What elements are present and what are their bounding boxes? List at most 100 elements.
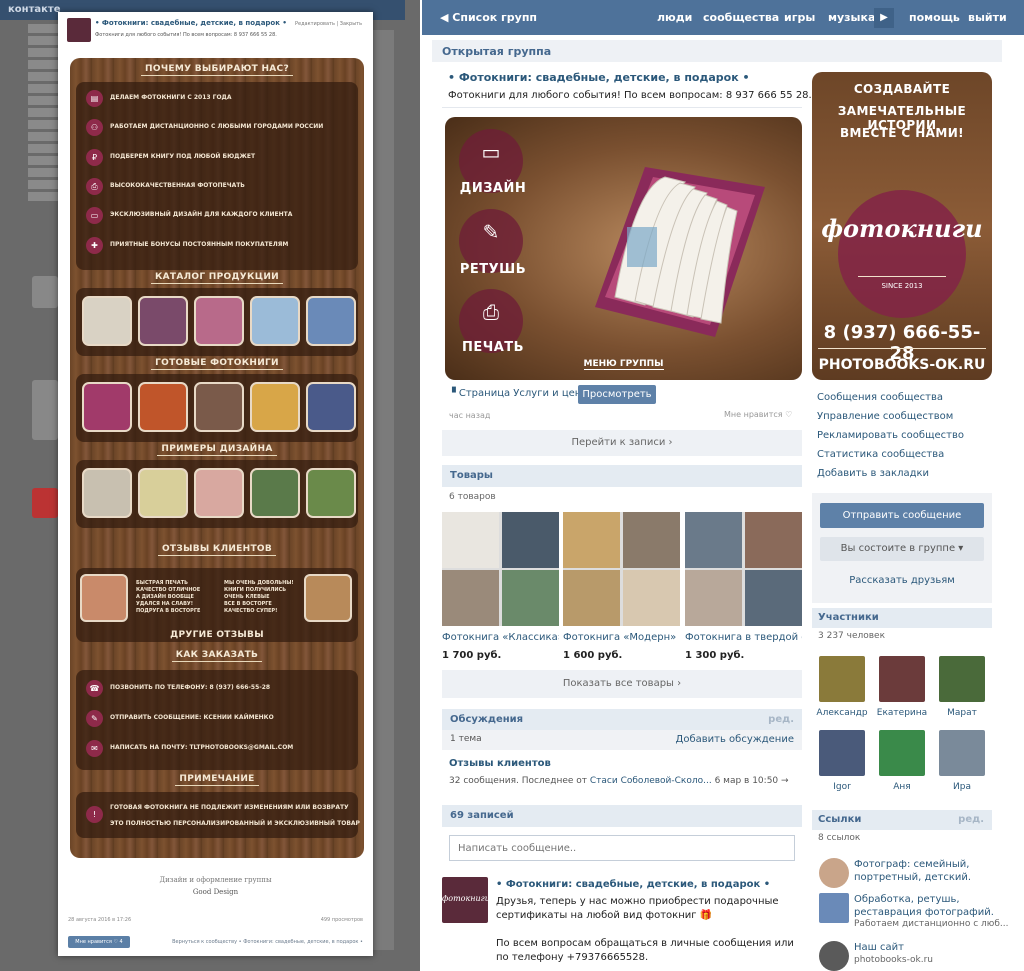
- advertise-community-link[interactable]: Рекламировать сообщество: [817, 430, 964, 441]
- send-message-button[interactable]: Отправить сообщение: [820, 503, 984, 528]
- group-avatar[interactable]: [67, 18, 91, 42]
- wiki-page-link[interactable]: ▝ Страница Услуги и цены: [448, 388, 589, 399]
- wall-post-field[interactable]: [450, 836, 794, 860]
- nav-people[interactable]: люди: [657, 11, 692, 24]
- post-author-link[interactable]: • Фотокниги: свадебные, детские, в подар…: [496, 879, 770, 890]
- community-stats-link[interactable]: Статистика сообщества: [817, 449, 944, 460]
- section-title-ready: ГОТОВЫЕ ФОТОКНИГИ: [70, 358, 364, 370]
- ready-thumb[interactable]: [250, 382, 300, 432]
- back-to-groups-link[interactable]: ◀ Список групп: [440, 11, 537, 24]
- catalog-panel: [76, 288, 358, 356]
- note-item: ! ГОТОВАЯ ФОТОКНИГА НЕ ПОДЛЕЖИТ ИЗМЕНЕНИ…: [86, 796, 360, 834]
- links-header[interactable]: Ссылки ред.: [812, 810, 992, 830]
- background-ad: [32, 488, 58, 518]
- add-discussion-link[interactable]: Добавить обсуждение: [676, 734, 794, 745]
- member-name[interactable]: Екатерина: [876, 708, 928, 718]
- product-card[interactable]: Фотокнига «Модерн» 1 600 руб.: [563, 512, 680, 661]
- wall-header[interactable]: 69 записей: [442, 805, 802, 827]
- topic-author-link[interactable]: Стаси Соболевой-Сколо...: [590, 776, 712, 786]
- review-text: МЫ ОЧЕНЬ ДОВОЛЬНЫ! КНИГИ ПОЛУЧИЛИСЬ ОЧЕН…: [224, 580, 294, 614]
- wall-post-input[interactable]: [449, 835, 795, 861]
- member-item[interactable]: Igor: [816, 730, 868, 792]
- member-item[interactable]: Марат: [936, 656, 988, 718]
- manage-community-link[interactable]: Управление сообществом: [817, 411, 953, 422]
- link-title[interactable]: Фотограф: семейный, портретный, детский.: [854, 858, 994, 884]
- catalog-thumb[interactable]: [306, 296, 356, 346]
- product-price: 1 600 руб.: [563, 650, 623, 661]
- members-count: 3 237 человек: [818, 631, 886, 641]
- example-thumb[interactable]: [194, 468, 244, 518]
- cover-rule: [818, 348, 986, 349]
- discussions-edit-link[interactable]: ред.: [768, 714, 794, 725]
- group-cover-image[interactable]: СОЗДАВАЙТЕ ЗАМЕЧАТЕЛЬНЫЕ ИСТОРИИ ВМЕСТЕ …: [812, 72, 992, 380]
- background-column: [372, 30, 394, 950]
- background-avatar: [32, 380, 58, 440]
- post-author-avatar[interactable]: фотокниги: [442, 877, 490, 923]
- product-card[interactable]: Фотокнига «Классика» 1 700 руб.: [442, 512, 559, 661]
- member-name[interactable]: Igor: [816, 782, 868, 792]
- product-name[interactable]: Фотокнига «Классика»: [442, 632, 559, 643]
- view-button[interactable]: Просмотреть: [578, 385, 656, 404]
- product-card[interactable]: Фотокнига в твердой об... 1 300 руб.: [685, 512, 802, 661]
- nav-communities[interactable]: сообщества: [703, 11, 779, 24]
- nav-games[interactable]: игры: [784, 11, 815, 24]
- more-nav-icon[interactable]: ▶: [874, 8, 894, 28]
- back-to-group-link[interactable]: Вернуться к сообществу • Фотокниги: свад…: [172, 939, 363, 945]
- design-credit-name[interactable]: Good Design: [58, 888, 373, 896]
- cover-since: SINCE 2013: [881, 282, 923, 290]
- wiki-header-links[interactable]: Редактировать | Закрыть: [295, 21, 362, 27]
- members-header[interactable]: Участники: [812, 608, 992, 628]
- member-name[interactable]: Ира: [936, 782, 988, 792]
- links-edit-link[interactable]: ред.: [958, 814, 984, 825]
- group-menu-banner[interactable]: ▭ ДИЗАЙН ✎ РЕТУШЬ ⎙ ПЕЧАТЬ МЕНЮ ГРУППЫ: [445, 117, 802, 380]
- product-name[interactable]: Фотокнига «Модерн»: [563, 632, 680, 643]
- link-title[interactable]: Наш сайт: [854, 941, 994, 954]
- member-item[interactable]: Ира: [936, 730, 988, 792]
- goods-header[interactable]: Товары: [442, 465, 802, 487]
- ready-thumb[interactable]: [138, 382, 188, 432]
- why-item: ▤ ДЕЛАЕМ ФОТОКНИГИ С 2013 ГОДА: [86, 88, 352, 110]
- add-bookmark-link[interactable]: Добавить в закладки: [817, 468, 929, 479]
- member-name[interactable]: Марат: [936, 708, 988, 718]
- other-reviews-link[interactable]: ДРУГИЕ ОТЗЫВЫ: [70, 630, 364, 640]
- discussions-header[interactable]: Обсуждения ред.: [442, 709, 802, 731]
- nav-logout[interactable]: выйти: [968, 11, 1007, 24]
- nav-help[interactable]: помощь: [909, 11, 960, 24]
- example-thumb[interactable]: [306, 468, 356, 518]
- membership-dropdown[interactable]: Вы состоите в группе ▾: [820, 537, 984, 561]
- ready-thumb[interactable]: [82, 382, 132, 432]
- why-item: ⚇ РАБОТАЕМ ДИСТАНЦИОННО С ЛЮБЫМИ ГОРОДАМИ…: [86, 117, 352, 139]
- tell-friends-link[interactable]: Рассказать друзьям: [812, 575, 992, 586]
- order-item: ✉ НАПИСАТЬ НА ПОЧТУ: TLTPHOTOBOOKS@GMAIL.…: [86, 738, 352, 760]
- ready-thumb[interactable]: [306, 382, 356, 432]
- action-box: Отправить сообщение Вы состоите в группе…: [812, 493, 992, 603]
- member-name[interactable]: Аня: [876, 782, 928, 792]
- go-to-post-button[interactable]: Перейти к записи ›: [442, 430, 802, 456]
- section-title-catalog: КАТАЛОГ ПРОДУКЦИИ: [70, 272, 364, 284]
- ready-thumb[interactable]: [194, 382, 244, 432]
- member-name[interactable]: Александр: [816, 708, 868, 718]
- example-thumb[interactable]: [138, 468, 188, 518]
- product-name[interactable]: Фотокнига в твердой об...: [685, 632, 802, 643]
- topic-title[interactable]: Отзывы клиентов: [449, 758, 551, 769]
- member-item[interactable]: Аня: [876, 730, 928, 792]
- like-link[interactable]: Мне нравится ♡: [724, 410, 792, 419]
- member-avatar: [939, 656, 985, 702]
- example-thumb[interactable]: [250, 468, 300, 518]
- like-button[interactable]: Мне нравится ♡ 4: [68, 936, 130, 948]
- link-title[interactable]: Обработка, ретушь, реставрация фотографи…: [854, 893, 994, 919]
- example-thumb[interactable]: [82, 468, 132, 518]
- catalog-thumb[interactable]: [138, 296, 188, 346]
- community-messages-link[interactable]: Сообщения сообщества: [817, 392, 943, 403]
- catalog-thumb[interactable]: [250, 296, 300, 346]
- photobook-image: [595, 167, 765, 337]
- nav-music[interactable]: музыка: [828, 11, 875, 24]
- member-item[interactable]: Александр: [816, 656, 868, 718]
- product-image: [442, 512, 559, 626]
- catalog-thumb[interactable]: [194, 296, 244, 346]
- show-all-goods-button[interactable]: Показать все товары ›: [442, 670, 802, 698]
- why-panel: ▤ ДЕЛАЕМ ФОТОКНИГИ С 2013 ГОДА ⚇ РАБОТАЕМ …: [76, 82, 358, 270]
- catalog-thumb[interactable]: [82, 296, 132, 346]
- member-item[interactable]: Екатерина: [876, 656, 928, 718]
- wiki-title[interactable]: • Фотокниги: свадебные, детские, в подар…: [95, 19, 287, 27]
